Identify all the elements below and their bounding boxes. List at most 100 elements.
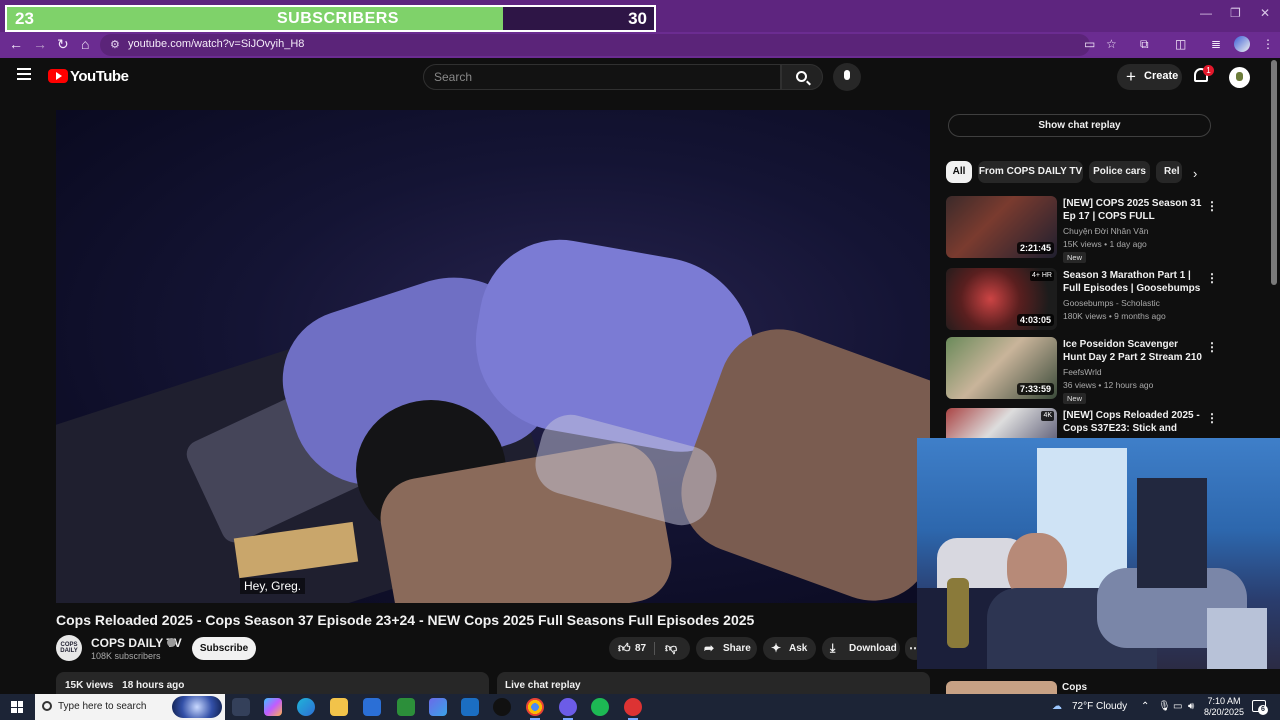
chevron-up-icon[interactable]: ⌃ — [1141, 701, 1149, 712]
create-label: Create — [1144, 70, 1179, 82]
split-view-icon[interactable]: ◫ — [1175, 37, 1186, 51]
more-vertical-icon[interactable]: ⋮ — [1206, 271, 1218, 285]
notification-count-badge: 1 — [1203, 65, 1214, 76]
task-view-icon[interactable] — [232, 698, 250, 716]
edge-icon[interactable] — [297, 698, 315, 716]
search-highlight-globe-icon[interactable] — [172, 696, 222, 718]
voice-search-mic-icon[interactable] — [833, 63, 861, 91]
like-dislike-group: 👍︎ 87 👎︎ — [609, 637, 690, 660]
more-vertical-icon[interactable]: ⋮ — [1206, 411, 1218, 425]
weather-text[interactable]: 72°F Cloudy — [1072, 701, 1127, 712]
youtube-wordmark[interactable]: YouTube — [70, 68, 129, 85]
url-text[interactable]: youtube.com/watch?v=SiJOvyih_H8 — [128, 38, 304, 50]
like-count[interactable]: 87 — [635, 637, 646, 660]
show-chat-replay-button[interactable]: Show chat replay — [948, 114, 1211, 137]
profile-avatar[interactable] — [1234, 36, 1250, 52]
recommendation-title[interactable]: Season 3 Marathon Part 1 | Full Episodes… — [1063, 269, 1203, 295]
volume-icon[interactable]: 🔊︎ — [1188, 701, 1194, 712]
search-input[interactable]: Search — [423, 64, 781, 90]
site-info-icon[interactable]: ⚙ — [110, 38, 120, 51]
xbox-icon[interactable] — [397, 698, 415, 716]
weather-cloud-icon[interactable]: ☁ — [1052, 701, 1062, 712]
recommendation-title[interactable]: Cops — [1062, 682, 1087, 693]
youtube-logo-icon[interactable] — [48, 69, 68, 83]
subscriber-progress-fill — [7, 7, 504, 30]
new-badge: New — [1063, 393, 1087, 404]
download-button[interactable]: ⤓ Download — [822, 637, 900, 660]
video-caption: Hey, Greg. — [240, 578, 306, 594]
file-explorer-icon[interactable] — [330, 698, 348, 716]
description-box[interactable]: 15K views 18 hours ago — [56, 672, 489, 696]
ask-button[interactable]: ✦ Ask — [763, 637, 816, 660]
recommendation-channel[interactable]: FeefsWrld — [1063, 367, 1102, 377]
search-button[interactable] — [781, 64, 823, 90]
reading-list-icon[interactable]: ≣ — [1211, 37, 1221, 51]
obs-icon[interactable] — [559, 698, 577, 720]
recommendation-thumbnail[interactable]: 7:33:59 — [946, 337, 1057, 399]
page-scrollbar[interactable] — [1271, 60, 1277, 285]
chip-from-channel[interactable]: From COPS DAILY TV — [978, 161, 1083, 183]
back-icon[interactable]: ← — [9, 36, 23, 52]
reload-icon[interactable]: ↻ — [57, 36, 69, 53]
like-divider — [654, 642, 655, 655]
recommendation-channel[interactable]: Chuyện Đời Nhân Văn — [1063, 226, 1148, 236]
video-title: Cops Reloaded 2025 - Cops Season 37 Epis… — [56, 612, 755, 628]
streaming-app-icon[interactable] — [624, 698, 642, 720]
windows-start-icon[interactable] — [11, 701, 23, 713]
verified-check-icon — [167, 638, 176, 647]
extensions-icon[interactable]: ⧉ — [1140, 37, 1149, 52]
share-button[interactable]: ➦ Share — [696, 637, 757, 660]
maximize-icon[interactable]: ❐ — [1230, 6, 1241, 20]
chip-related[interactable]: Rel — [1156, 161, 1182, 183]
recommendation-thumbnail[interactable]: 2:21:45 — [946, 196, 1057, 258]
network-icon[interactable]: ▭ — [1173, 701, 1182, 712]
thumbs-down-icon[interactable]: 👎︎ — [665, 637, 677, 660]
thumbs-up-icon[interactable]: 👍︎ — [618, 637, 631, 660]
subscribe-button[interactable]: Subscribe — [192, 637, 256, 660]
home-icon[interactable]: ⌂ — [81, 36, 89, 52]
recommendation-title[interactable]: [NEW] COPS 2025 Season 31 Ep 17 | COPS F… — [1063, 197, 1203, 223]
address-bar[interactable]: ⚙ youtube.com/watch?v=SiJOvyih_H8 — [100, 34, 1090, 56]
forward-icon[interactable]: → — [33, 36, 47, 52]
webcam-dark-furniture — [1137, 478, 1207, 588]
copilot-icon[interactable] — [264, 698, 282, 716]
outlook-icon[interactable] — [461, 698, 479, 716]
browser-menu-icon[interactable]: ⋮ — [1262, 37, 1274, 51]
more-vertical-icon[interactable]: ⋮ — [1206, 199, 1218, 213]
system-clock[interactable]: 7:10 AM 8/20/2025 — [1204, 696, 1244, 718]
account-avatar[interactable] — [1229, 67, 1250, 88]
bookmark-star-icon[interactable]: ☆ — [1106, 37, 1117, 51]
video-player[interactable] — [56, 110, 930, 603]
chip-all[interactable]: All — [946, 161, 972, 183]
recommendation-item[interactable]: 2:21:45 [NEW] COPS 2025 Season 31 Ep 17 … — [946, 196, 1218, 263]
recommendation-channel[interactable]: Goosebumps - Scholastic — [1063, 298, 1160, 308]
chip-police-cars[interactable]: Police cars — [1089, 161, 1150, 183]
microphone-icon[interactable]: 🎙︎ — [1158, 701, 1171, 712]
channel-avatar[interactable]: COPS DAILY — [56, 635, 82, 661]
live-chat-replay-label: Live chat replay — [505, 680, 581, 691]
recommendation-title[interactable]: Ice Poseidon Scavenger Hunt Day 2 Part 2… — [1063, 338, 1203, 364]
search-icon — [42, 701, 52, 711]
chevron-right-icon[interactable]: › — [1193, 166, 1197, 181]
hamburger-menu-icon[interactable] — [17, 68, 31, 80]
recommendation-thumbnail[interactable]: 4+ HR 4:03:05 — [946, 268, 1057, 330]
search-icon — [796, 71, 807, 82]
spotify-icon[interactable] — [591, 698, 609, 716]
recommendation-thumbnail[interactable] — [946, 681, 1057, 694]
chrome-icon[interactable] — [526, 698, 544, 720]
more-vertical-icon[interactable]: ⋮ — [1206, 340, 1218, 354]
create-button[interactable]: + Create — [1117, 64, 1182, 90]
recommendation-item[interactable]: 7:33:59 Ice Poseidon Scavenger Hunt Day … — [946, 337, 1218, 404]
address-bar-row: ← → ↻ ⌂ ⚙ youtube.com/watch?v=SiJOvyih_H… — [0, 32, 1280, 58]
cast-icon[interactable]: ▭ — [1084, 37, 1095, 51]
photos-icon[interactable] — [429, 698, 447, 716]
recommendation-item[interactable]: 4+ HR 4:03:05 Season 3 Marathon Part 1 |… — [946, 268, 1218, 334]
recommendation-title[interactable]: [NEW] Cops Reloaded 2025 - Cops S37E23: … — [1063, 409, 1203, 435]
video-duration: 7:33:59 — [1016, 383, 1054, 395]
minimize-icon[interactable]: — — [1200, 6, 1212, 20]
close-icon[interactable]: ✕ — [1260, 6, 1270, 20]
tiktok-icon[interactable] — [493, 698, 511, 716]
taskbar-search-placeholder: Type here to search — [58, 701, 147, 712]
microsoft-store-icon[interactable] — [363, 698, 381, 716]
live-chat-replay-box[interactable]: Live chat replay — [497, 672, 930, 696]
